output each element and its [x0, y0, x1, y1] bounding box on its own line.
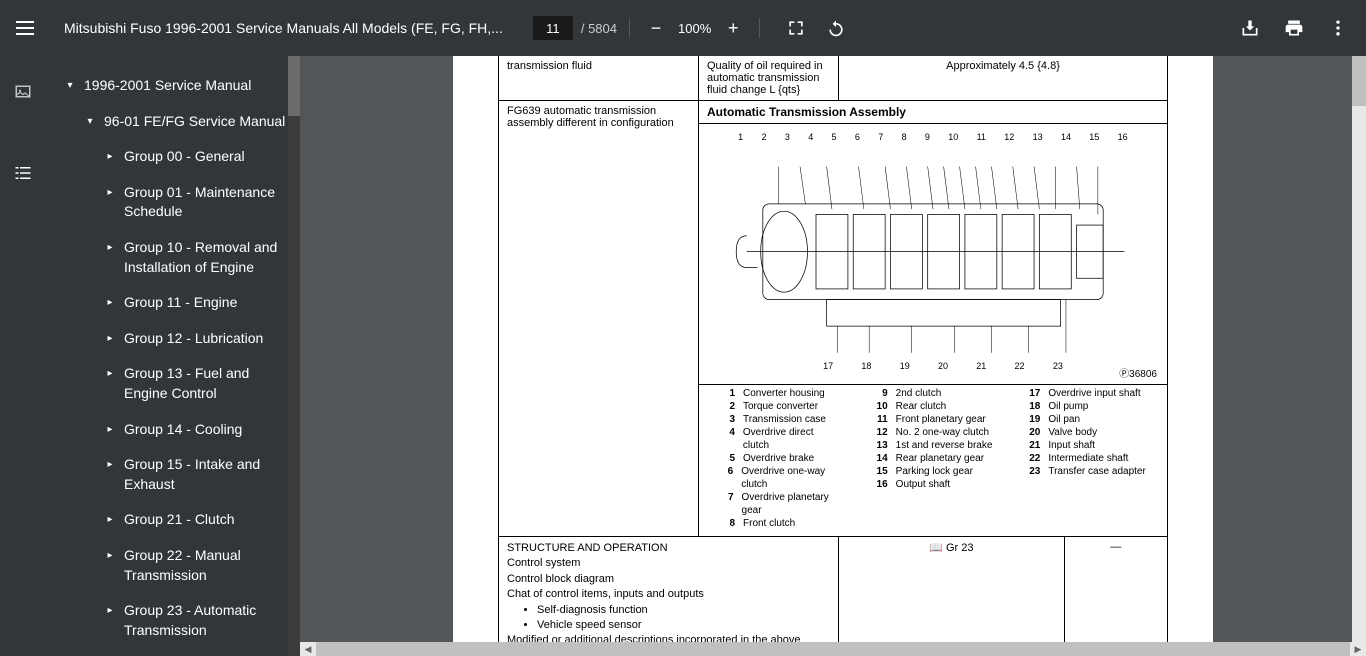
pdf-toolbar: Mitsubishi Fuso 1996-2001 Service Manual… — [0, 0, 1366, 56]
outline-sub[interactable]: ▾ 96-01 FE/FG Service Manual — [48, 104, 300, 140]
transmission-diagram: 12345678910111213141516 — [699, 124, 1167, 384]
download-icon[interactable] — [1238, 16, 1262, 40]
divider — [629, 18, 630, 38]
structure-cell: STRUCTURE AND OPERATION Control systemCo… — [499, 537, 839, 656]
outline-item[interactable]: ▸Group 00 - General — [48, 139, 300, 175]
zoom-level: 100% — [670, 21, 719, 36]
outline-item[interactable]: ▸Group 21 - Clutch — [48, 502, 300, 538]
diagram-id: Ⓟ36806 — [1119, 365, 1157, 380]
zoom-in-button[interactable]: + — [719, 14, 747, 42]
group-ref: 📖 Gr 23 — [839, 537, 1065, 656]
rotate-icon[interactable] — [824, 16, 848, 40]
fluid-label: transmission fluid — [499, 56, 699, 101]
thumbnails-tab-icon[interactable] — [14, 84, 34, 104]
chevron-right-icon: ▸ — [104, 293, 116, 310]
document-viewport[interactable]: transmission fluid Quality of oil requir… — [300, 56, 1366, 656]
fluid-value: Approximately 4.5 {4.8} — [839, 56, 1168, 101]
chevron-right-icon: ▸ — [104, 420, 116, 437]
more-icon[interactable] — [1326, 16, 1350, 40]
outline-tab-icon[interactable] — [14, 164, 34, 184]
vertical-scrollbar[interactable] — [1352, 56, 1366, 642]
document-title: Mitsubishi Fuso 1996-2001 Service Manual… — [64, 20, 503, 36]
outline-item[interactable]: ▸Group 13 - Fuel and Engine Control — [48, 356, 300, 411]
chevron-right-icon: ▸ — [104, 364, 116, 381]
chevron-right-icon: ▸ — [104, 183, 116, 200]
chevron-down-icon: ▾ — [84, 112, 96, 129]
page-total: / 5804 — [581, 21, 617, 36]
outline-item[interactable]: ▸Group 22 - Manual Transmission — [48, 538, 300, 593]
chevron-right-icon: ▸ — [104, 546, 116, 563]
chevron-down-icon: ▾ — [64, 76, 76, 93]
outline-root[interactable]: ▾ 1996-2001 Service Manual — [48, 68, 300, 104]
chevron-right-icon: ▸ — [104, 455, 116, 472]
sidebar-scrollbar[interactable] — [288, 56, 300, 656]
outline-item[interactable]: ▸Group 14 - Cooling — [48, 412, 300, 448]
chevron-right-icon: ▸ — [104, 238, 116, 255]
outline-item[interactable]: ▸Group 11 - Engine — [48, 285, 300, 321]
zoom-out-button[interactable]: − — [642, 14, 670, 42]
assembly-title: Automatic Transmission Assembly — [699, 101, 1167, 124]
pdf-page: transmission fluid Quality of oil requir… — [453, 56, 1213, 656]
outline-item[interactable]: ▸Group 01 - Maintenance Schedule — [48, 175, 300, 230]
print-icon[interactable] — [1282, 16, 1306, 40]
chevron-right-icon: ▸ — [104, 510, 116, 527]
outline-item[interactable]: ▸Group 15 - Intake and Exhaust — [48, 447, 300, 502]
outline-item[interactable]: ▸Group 23 - Automatic Transmission — [48, 593, 300, 648]
menu-button[interactable] — [16, 16, 40, 40]
page-controls: / 5804 — [533, 16, 617, 40]
divider — [759, 18, 760, 38]
fit-page-icon[interactable] — [784, 16, 808, 40]
dash-cell: — — [1064, 537, 1167, 656]
chevron-right-icon: ▸ — [104, 147, 116, 164]
outline-sidebar: ▾ 1996-2001 Service Manual ▾ 96-01 FE/FG… — [0, 56, 300, 656]
chevron-right-icon: ▸ — [104, 601, 116, 618]
assembly-note: FG639 automatic transmission assembly di… — [499, 101, 699, 537]
chevron-right-icon: ▸ — [104, 329, 116, 346]
outline-item[interactable]: ▸Group 10 - Removal and Installation of … — [48, 230, 300, 285]
page-number-input[interactable] — [533, 16, 573, 40]
horizontal-scrollbar[interactable]: ◀ ▶ — [300, 642, 1366, 656]
parts-legend: 1Converter housing2Torque converter3Tran… — [699, 385, 1167, 536]
scroll-right-icon[interactable]: ▶ — [1350, 642, 1366, 656]
outline-item[interactable]: ▸Group 12 - Lubrication — [48, 321, 300, 357]
transmission-svg — [699, 142, 1167, 372]
fluid-desc: Quality of oil required in automatic tra… — [699, 56, 839, 101]
scroll-left-icon[interactable]: ◀ — [300, 642, 316, 656]
